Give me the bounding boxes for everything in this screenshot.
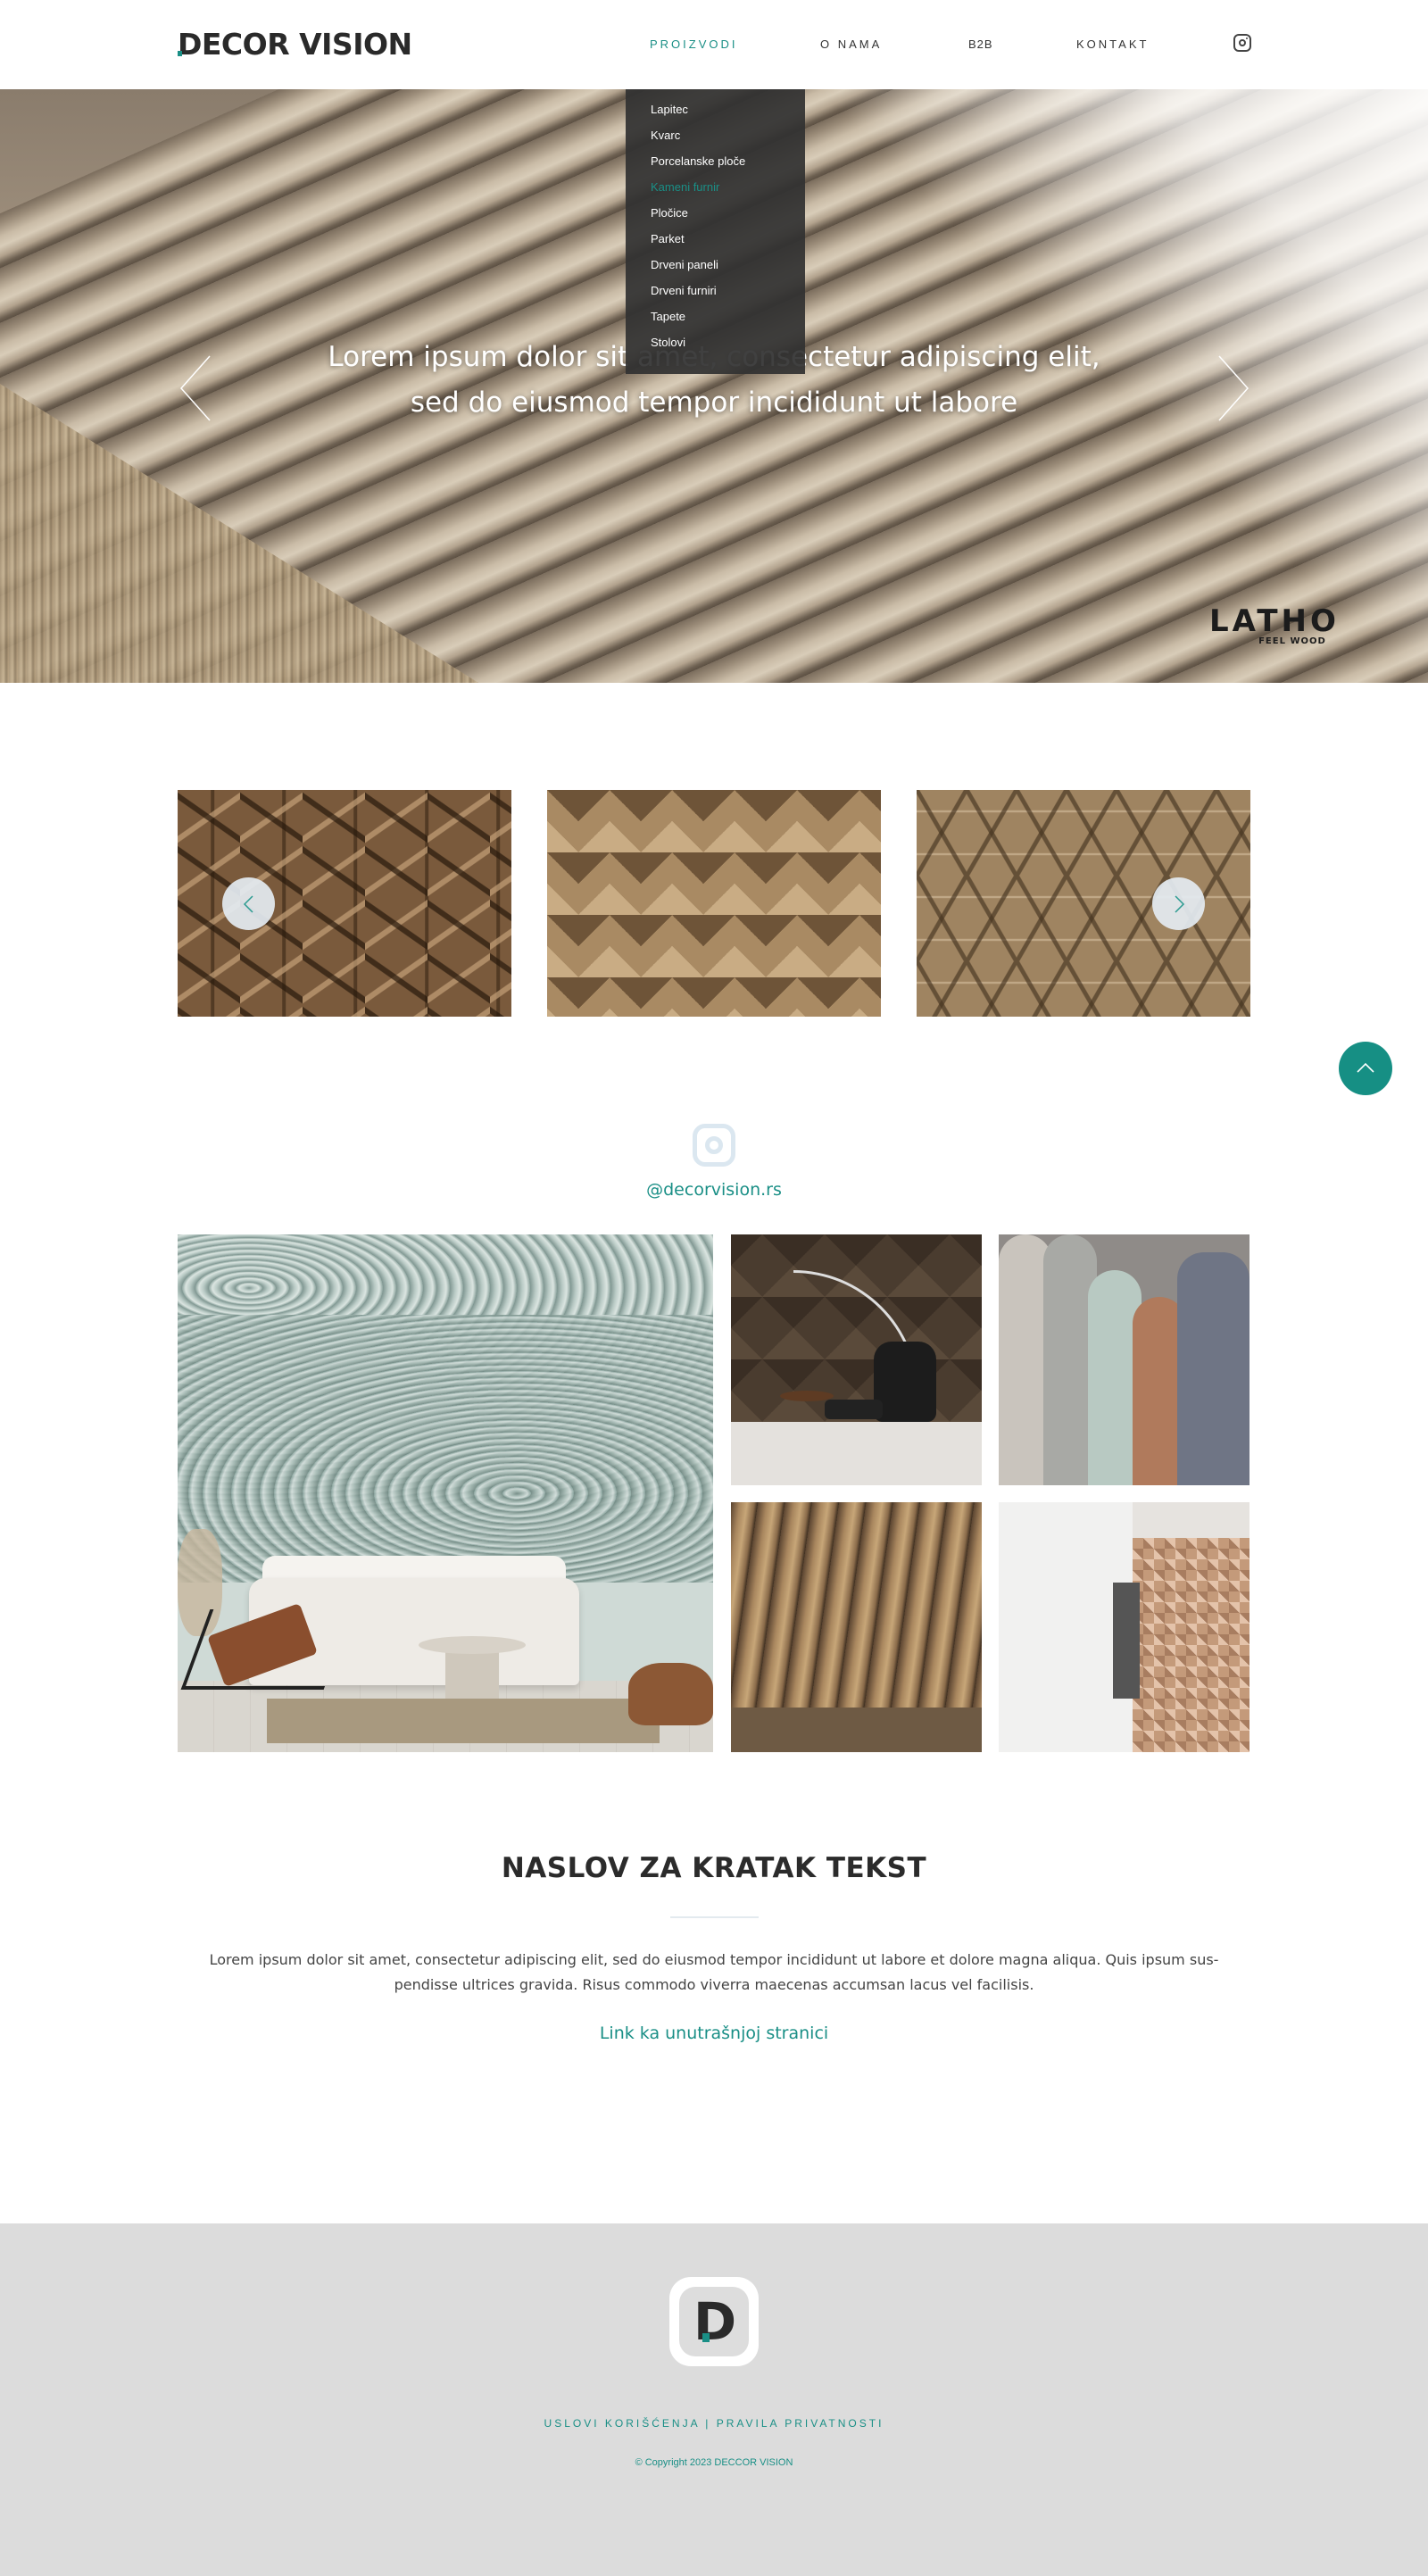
side-table — [780, 1391, 834, 1401]
brand-name: LATHO — [1209, 603, 1340, 639]
dropdown-item-parket[interactable]: Parket — [626, 232, 805, 258]
slats-base — [731, 1708, 982, 1752]
dropdown-item-tapete[interactable]: Tapete — [626, 310, 805, 336]
dropdown-item-kameni-furnir[interactable]: Kameni furnir — [626, 180, 805, 206]
instagram-image-living-room[interactable] — [178, 1234, 713, 1752]
dropdown-item-drveni-furniri[interactable]: Drveni furniri — [626, 284, 805, 310]
chair-frame — [180, 1609, 353, 1690]
site-footer: D USLOVI KORIŠĆENJA | PRAVILA PRIVATNOST… — [0, 2223, 1428, 2576]
carousel-next-button[interactable] — [1152, 877, 1205, 930]
counter-top — [1133, 1502, 1250, 1538]
textured-cabinet — [1133, 1538, 1250, 1752]
instagram-image-wood-slats[interactable] — [731, 1502, 982, 1752]
carousel-prev-button[interactable] — [222, 877, 275, 930]
site-header: DECOR VISION PROIZVODI O NAMA B2B KONTAK… — [0, 0, 1428, 89]
instagram-icon[interactable] — [693, 1124, 735, 1167]
section-title: NASLOV ZA KRATAK TEKST — [501, 1852, 927, 1884]
leather-pouf — [628, 1663, 713, 1725]
scroll-to-top-button[interactable] — [1339, 1042, 1392, 1095]
wallpaper-roll — [1177, 1252, 1250, 1485]
hero-prev-button[interactable] — [178, 353, 213, 424]
coffee-table-base — [445, 1649, 499, 1699]
wallpaper-waves-overlay — [178, 1315, 713, 1583]
product-carousel — [178, 790, 1250, 1017]
footer-logo-accent — [702, 2333, 710, 2342]
chevron-up-icon — [1357, 1062, 1374, 1073]
footer-link-terms[interactable]: USLOVI KORIŠĆENJA — [544, 2417, 700, 2430]
dropdown-item-kvarc[interactable]: Kvarc — [626, 129, 805, 154]
footer-logo[interactable]: D — [669, 2277, 759, 2366]
chevron-right-icon — [1218, 355, 1250, 421]
brand-logo-latho: LATHO FEEL WOOD — [1209, 605, 1340, 646]
instagram-image-wallpaper-rolls[interactable] — [999, 1234, 1250, 1485]
logo-accent-mark — [178, 51, 182, 56]
instagram-handle-link[interactable]: @decorvision.rs — [0, 1180, 1428, 1200]
footer-link-separator: | — [705, 2417, 711, 2430]
instagram-image-cabinet[interactable] — [999, 1502, 1250, 1752]
open-drawer — [1113, 1583, 1140, 1699]
nav-item-b2b[interactable]: B2B — [968, 37, 993, 51]
instagram-image-lounge-chair[interactable] — [731, 1234, 982, 1485]
nav-item-o-nama[interactable]: O NAMA — [820, 37, 882, 51]
dropdown-item-porcelanske-ploce[interactable]: Porcelanske ploče — [626, 154, 805, 180]
coffee-table-top — [419, 1636, 526, 1654]
section-divider — [670, 1916, 759, 1918]
logo-text: DECOR VISION — [178, 27, 412, 62]
nav-item-proizvodi[interactable]: PROIZVODI — [650, 37, 738, 51]
hero-next-button[interactable] — [1216, 353, 1251, 424]
dropdown-item-lapitec[interactable]: Lapitec — [626, 103, 805, 129]
products-dropdown-menu: Lapitec Kvarc Porcelanske ploče Kameni f… — [626, 89, 805, 374]
lounge-chair — [874, 1342, 936, 1422]
copyright-text: © Copyright 2023 DECCOR VISION — [635, 2457, 793, 2468]
section-body-text: Lorem ipsum dolor sit amet, consectetur … — [209, 1951, 1219, 1993]
instagram-icon[interactable] — [1233, 34, 1251, 52]
hero-caption-line-2: sed do eiusmod tempor incididunt ut labo… — [410, 386, 1018, 419]
carousel-image-2[interactable] — [547, 790, 881, 1017]
dropdown-item-stolovi[interactable]: Stolovi — [626, 336, 805, 361]
nav-item-kontakt[interactable]: KONTAKT — [1076, 37, 1149, 51]
footer-logo-letter: D — [693, 2291, 737, 2352]
site-logo[interactable]: DECOR VISION — [178, 28, 412, 62]
footer-links: USLOVI KORIŠĆENJA | PRAVILA PRIVATNOSTI — [0, 2417, 1428, 2430]
rug — [267, 1699, 660, 1743]
chevron-right-icon — [1174, 894, 1184, 913]
chevron-left-icon — [243, 894, 253, 913]
ottoman — [825, 1400, 883, 1419]
dropdown-item-drveni-paneli[interactable]: Drveni paneli — [626, 258, 805, 284]
dropdown-item-plocice[interactable]: Pločice — [626, 206, 805, 232]
footer-logo-mark: D — [679, 2287, 749, 2356]
footer-link-privacy[interactable]: PRAVILA PRIVATNOSTI — [717, 2417, 884, 2430]
floor — [731, 1422, 982, 1485]
internal-page-link[interactable]: Link ka unutrašnjoj stranici — [0, 2023, 1428, 2043]
chevron-left-icon — [179, 355, 211, 421]
